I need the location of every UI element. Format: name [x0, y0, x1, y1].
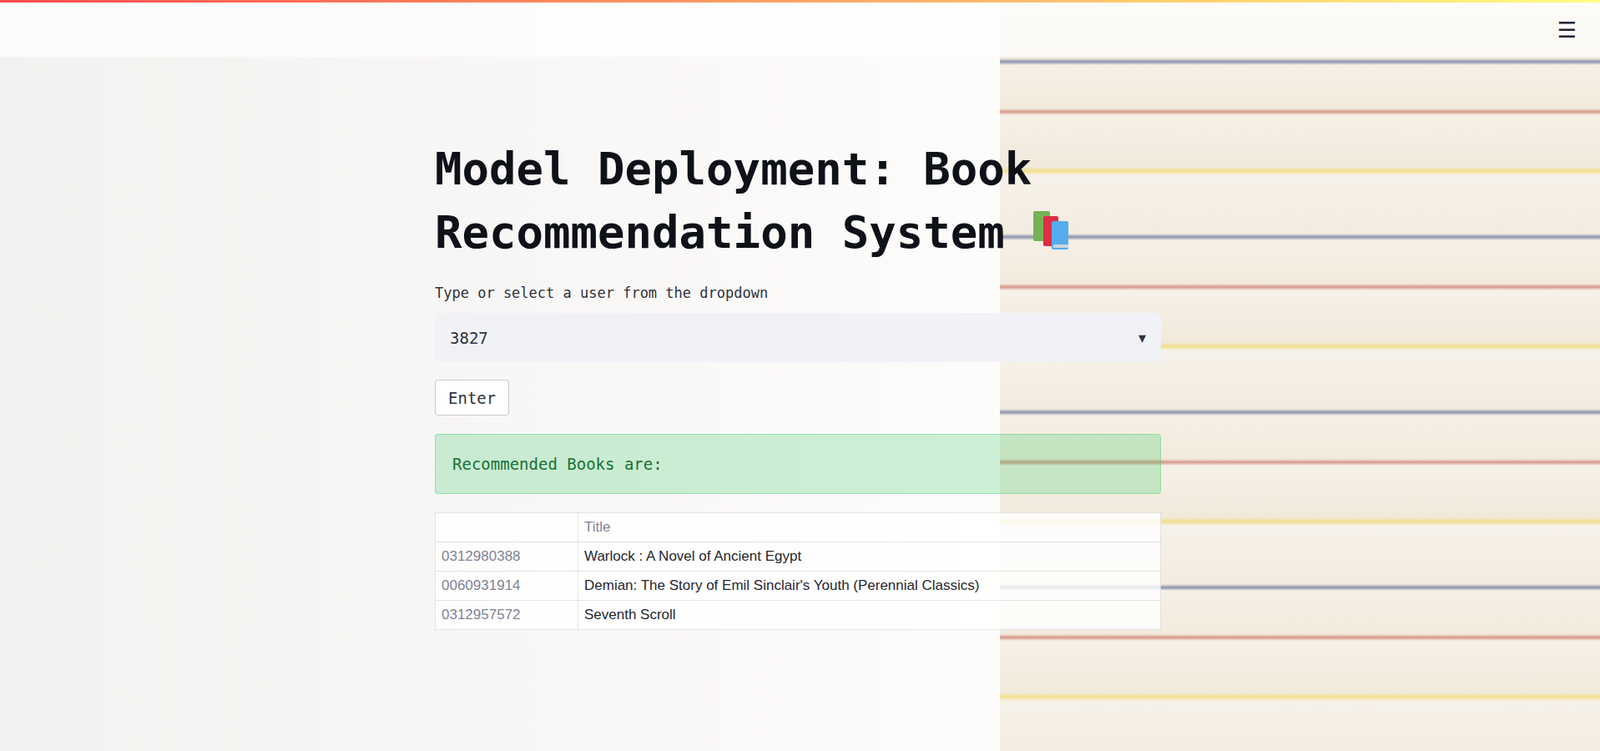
- column-header: Title: [578, 513, 1161, 543]
- main-column: Model Deployment: Book Recommendation Sy…: [434, 0, 1161, 664]
- row-index: 0312980388: [435, 542, 579, 572]
- row-index: 0312957572: [435, 600, 579, 631]
- page-title: Model Deployment: Book Recommendation Sy…: [434, 137, 1161, 265]
- user-select[interactable]: 3827 ▾: [434, 312, 1161, 363]
- header: ☰: [0, 2, 1600, 57]
- books-icon: [1031, 207, 1072, 252]
- user-select-label: Type or select a user from the dropdown: [434, 282, 768, 303]
- table-row: 0060931914Demian: The Story of Emil Sinc…: [435, 571, 1161, 601]
- dropdown-arrow-icon: ▾: [1138, 328, 1146, 347]
- column-header: [435, 513, 579, 543]
- menu-icon[interactable]: ☰: [1557, 17, 1577, 43]
- table-header-row: Title: [435, 513, 1161, 543]
- table-row: 0312957572Seventh Scroll: [435, 600, 1161, 631]
- book-title: Seventh Scroll: [578, 600, 1161, 631]
- recommendations-table: Title0312980388Warlock : A Novel of Anci…: [434, 512, 1161, 631]
- user-select-value: 3827: [449, 328, 489, 348]
- background-photo: [999, 0, 1600, 751]
- row-index: 0060931914: [435, 571, 579, 601]
- book-title: Demian: The Story of Emil Sinclair's You…: [578, 571, 1161, 601]
- enter-button[interactable]: Enter: [434, 379, 510, 416]
- success-alert: Recommended Books are:: [434, 434, 1161, 495]
- book-title: Warlock : A Novel of Ancient Egypt: [578, 542, 1161, 572]
- table-row: 0312980388Warlock : A Novel of Ancient E…: [435, 542, 1161, 572]
- page: ☰ Model Deployment: Book Recommendation S…: [0, 0, 1600, 751]
- top-decoration: [0, 0, 1600, 3]
